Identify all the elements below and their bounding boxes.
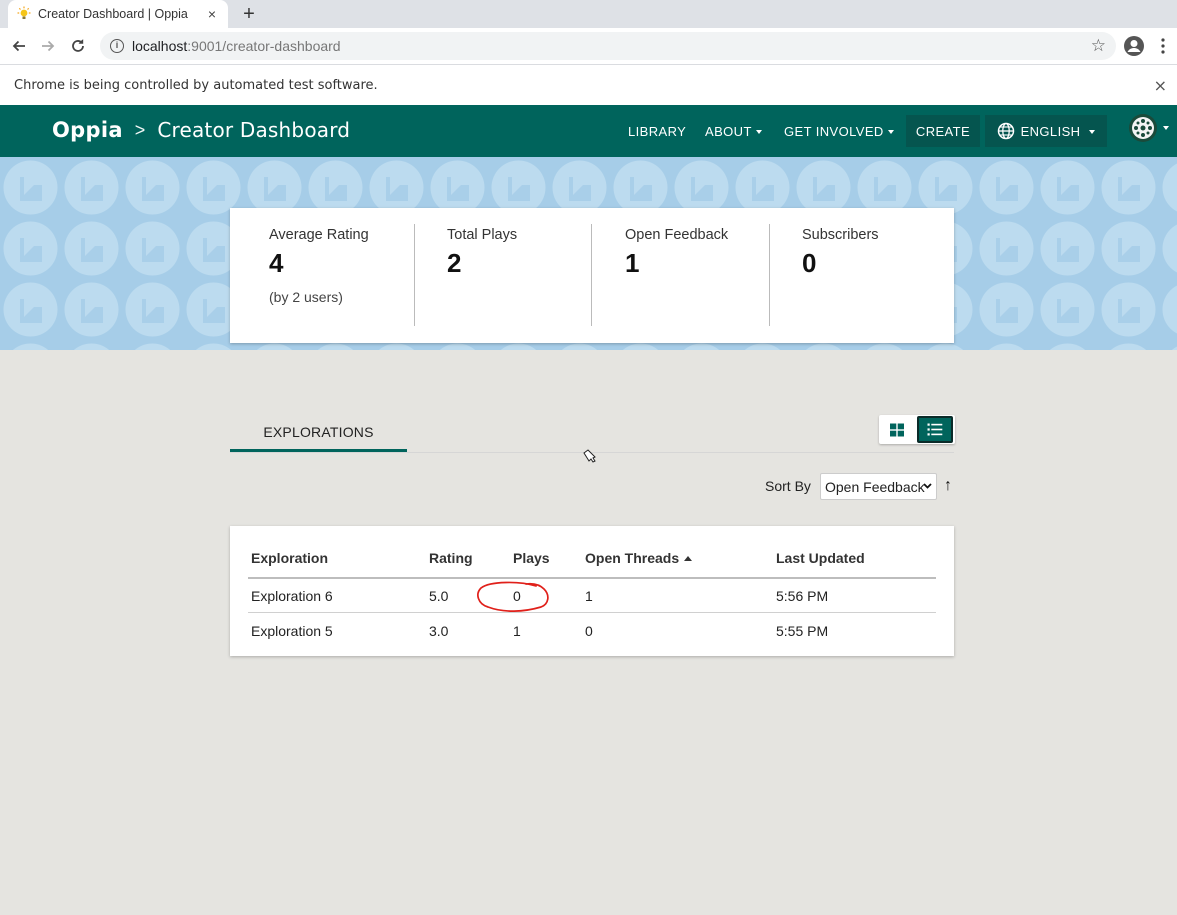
back-arrow-icon[interactable] <box>9 36 29 56</box>
language-dropdown[interactable]: ENGLISH <box>985 115 1107 147</box>
nav-library[interactable]: LIBRARY <box>628 105 686 157</box>
nav-get-involved[interactable]: GET INVOLVED <box>784 105 894 157</box>
stat-value: 2 <box>447 248 462 278</box>
user-avatar[interactable] <box>1128 113 1169 143</box>
url-host: localhost <box>132 38 188 54</box>
automation-infobar: Chrome is being controlled by automated … <box>0 64 1177 105</box>
table-row[interactable]: Exploration 6 5.0 0 1 5:56 PM <box>248 579 936 613</box>
column-header-rating[interactable]: Rating <box>429 539 473 577</box>
cell-rating: 5.0 <box>429 587 449 604</box>
cell-open-threads: 0 <box>585 623 593 639</box>
stat-label: Open Feedback <box>625 227 729 243</box>
grid-view-button[interactable] <box>879 415 915 444</box>
browser-toolbar: i localhost:9001/creator-dashboard ☆ <box>0 28 1177 64</box>
cell-last-updated: 5:55 PM <box>776 623 829 639</box>
new-tab-button[interactable]: + <box>237 2 261 26</box>
browser-tab-strip: Creator Dashboard | Oppia × + <box>0 0 1177 28</box>
grid-view-icon <box>890 423 904 436</box>
stat-label: Subscribers <box>802 227 879 243</box>
brand: Oppia > Creator Dashboard <box>52 118 350 142</box>
address-bar[interactable]: i localhost:9001/creator-dashboard ☆ <box>100 32 1116 60</box>
stat-open-feedback: Open Feedback 1 <box>591 224 769 326</box>
top-navbar: Oppia > Creator Dashboard LIBRARY ABOUT … <box>0 105 1177 157</box>
table-row[interactable]: Exploration 5 3.0 1 0 5:55 PM <box>248 614 936 648</box>
tab-explorations-label: EXPLORATIONS <box>263 423 374 440</box>
infobar-close-icon[interactable]: × <box>1154 76 1167 95</box>
breadcrumb-separator: > <box>134 119 146 140</box>
stat-value: 0 <box>802 248 817 278</box>
cell-exploration[interactable]: Exploration 6 <box>251 579 333 612</box>
caret-down-icon <box>755 129 762 134</box>
list-view-button[interactable] <box>917 416 953 443</box>
list-view-icon <box>927 423 943 436</box>
profile-icon[interactable] <box>1123 35 1145 57</box>
create-button[interactable]: CREATE <box>906 115 980 147</box>
stat-value: 4 <box>269 248 284 278</box>
tab-close-icon[interactable]: × <box>204 6 220 22</box>
cell-rating: 3.0 <box>429 623 449 639</box>
caret-down-icon <box>1089 129 1096 134</box>
cell-last-updated: 5:56 PM <box>776 587 829 604</box>
stat-label: Average Rating <box>269 227 369 243</box>
info-icon[interactable]: i <box>110 39 124 53</box>
stat-subtext: (by 2 users) <box>269 289 343 305</box>
oppia-logo[interactable]: Oppia <box>52 118 123 142</box>
sort-selected-value: Open Feedback <box>825 478 925 495</box>
globe-icon <box>997 122 1014 140</box>
sort-by-select[interactable]: Open Feedback <box>820 473 937 500</box>
column-header-exploration[interactable]: Exploration <box>251 539 328 577</box>
bookmark-star-icon[interactable]: ☆ <box>1091 36 1106 56</box>
cell-open-threads: 1 <box>585 587 593 604</box>
view-toggle <box>879 415 955 444</box>
reload-icon[interactable] <box>68 36 88 56</box>
explorations-table: Exploration Rating Plays Open Threads La… <box>230 526 954 656</box>
lightbulb-icon <box>16 6 32 22</box>
table-header-row: Exploration Rating Plays Open Threads La… <box>248 539 936 579</box>
column-header-plays[interactable]: Plays <box>513 539 550 577</box>
stat-total-plays: Total Plays 2 <box>414 224 592 326</box>
caret-down-icon <box>887 129 894 134</box>
sort-ascending-icon <box>684 555 693 561</box>
column-header-last-updated[interactable]: Last Updated <box>776 539 865 577</box>
page-title: Creator Dashboard <box>157 118 351 142</box>
annotation-circle <box>477 581 549 612</box>
chevron-down-icon <box>923 483 932 489</box>
stat-average-rating: Average Rating 4 (by 2 users) <box>231 224 415 326</box>
cell-exploration[interactable]: Exploration 5 <box>251 614 333 648</box>
column-header-open-threads-label: Open Threads <box>585 550 680 566</box>
stat-value: 1 <box>625 248 640 278</box>
language-label: ENGLISH <box>1020 123 1081 139</box>
stat-label: Total Plays <box>447 227 518 243</box>
tab-explorations[interactable]: EXPLORATIONS <box>230 410 407 453</box>
sort-direction-icon[interactable]: ↑ <box>944 477 952 495</box>
nav-about[interactable]: ABOUT <box>705 105 762 157</box>
mouse-cursor-icon <box>582 448 598 464</box>
nav-about-label: ABOUT <box>705 123 752 139</box>
browser-menu-icon[interactable] <box>1156 36 1170 56</box>
sort-by-label: Sort By <box>765 478 811 494</box>
infobar-text: Chrome is being controlled by automated … <box>14 77 378 93</box>
create-label: CREATE <box>915 123 971 139</box>
browser-tab[interactable]: Creator Dashboard | Oppia × <box>8 0 228 28</box>
forward-arrow-icon[interactable] <box>38 36 58 56</box>
tab-title: Creator Dashboard | Oppia <box>38 7 188 21</box>
active-tab-indicator <box>230 449 407 452</box>
cell-plays: 1 <box>513 623 521 639</box>
url-path: :9001/creator-dashboard <box>187 38 341 54</box>
stat-subscribers: Subscribers 0 <box>769 224 947 326</box>
nav-library-label: LIBRARY <box>628 123 687 139</box>
stats-card: Average Rating 4 (by 2 users) Total Play… <box>230 208 954 343</box>
column-header-open-threads[interactable]: Open Threads <box>585 539 693 577</box>
nav-get-involved-label: GET INVOLVED <box>784 123 884 139</box>
